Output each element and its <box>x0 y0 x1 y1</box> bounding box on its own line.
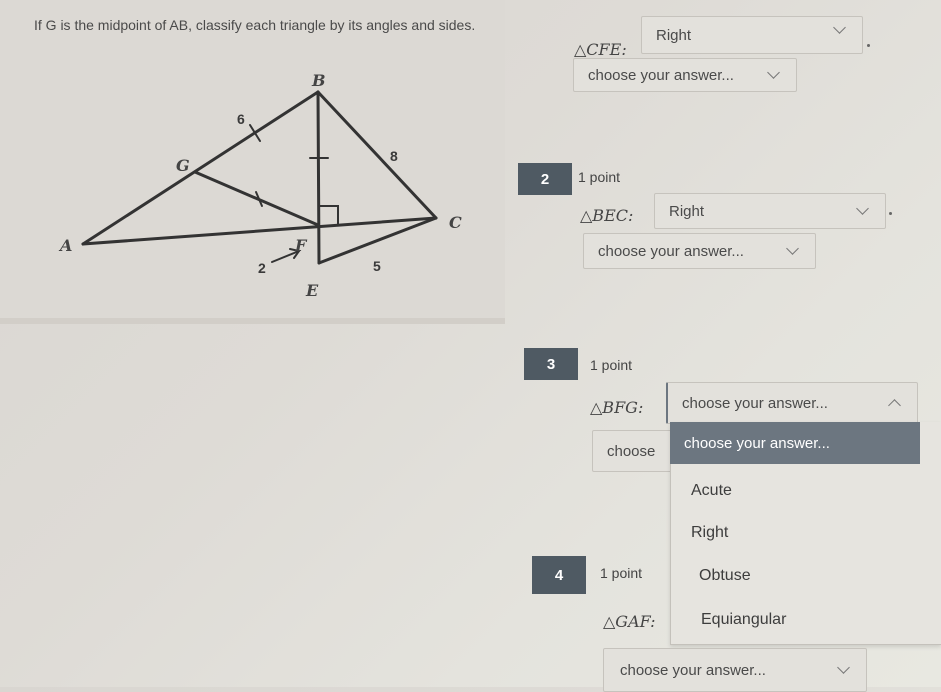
chevron-down-icon <box>786 242 799 255</box>
dropdown-option-right[interactable]: Right <box>691 524 728 542</box>
triangle-bfg-label: △BFG: <box>590 398 644 417</box>
vertex-label-f: F <box>295 236 307 255</box>
tick-bg <box>249 124 261 142</box>
comma <box>889 212 892 215</box>
chevron-down-icon <box>856 202 869 215</box>
chevron-up-icon <box>888 399 901 412</box>
right-angle-mark <box>318 205 339 225</box>
q2-angle-select-value: Right <box>669 202 705 220</box>
q1-angle-select[interactable]: Right <box>641 16 863 54</box>
segment-ac <box>81 216 438 246</box>
q2-angle-select[interactable]: Right <box>654 193 886 229</box>
question-3-points: 1 point <box>590 357 633 373</box>
question-3-number: 3 <box>524 348 578 380</box>
q1-angle-select-value: Right <box>656 26 692 44</box>
segment-ab <box>81 90 320 246</box>
dropdown-option-acute[interactable]: Acute <box>691 482 732 500</box>
chevron-down-icon <box>837 661 850 674</box>
q3-side-select-value: choose <box>607 442 656 460</box>
length-label-bc: 8 <box>390 148 398 164</box>
q1-side-select[interactable]: choose your answer... <box>573 58 797 92</box>
q3-side-select[interactable]: choose <box>592 430 682 472</box>
vertex-label-b: B <box>312 71 326 90</box>
length-label-ef: 2 <box>258 260 266 276</box>
question-4-points: 1 point <box>600 565 643 581</box>
triangle-diagram <box>81 90 438 265</box>
vertex-label-c: C <box>449 213 462 232</box>
dropdown-option-obtuse[interactable]: Obtuse <box>699 567 751 585</box>
segment-bc <box>316 90 438 220</box>
dropdown-option-equiangular[interactable]: Equiangular <box>701 611 786 629</box>
vertex-label-e: E <box>306 281 319 300</box>
chevron-down-icon <box>833 21 846 34</box>
q4-side-select-value: choose your answer... <box>620 661 766 679</box>
triangle-cfe-label: △CFE: <box>574 40 627 59</box>
q2-side-select[interactable]: choose your answer... <box>583 233 816 269</box>
vertex-label-a: A <box>60 236 73 255</box>
length-label-bg: 6 <box>237 111 245 127</box>
triangle-gaf-label: △GAF: <box>603 612 656 631</box>
length-label-ec: 5 <box>373 258 381 274</box>
q4-side-select[interactable]: choose your answer... <box>603 648 867 692</box>
question-2-number: 2 <box>518 163 572 195</box>
question-prompt: If G is the midpoint of AB, classify eac… <box>34 17 476 33</box>
comma <box>867 44 870 47</box>
q1-side-select-value: choose your answer... <box>588 66 734 84</box>
segment-be <box>316 90 321 265</box>
q3-angle-select-value: choose your answer... <box>682 394 828 412</box>
q3-angle-select[interactable]: choose your answer... <box>666 382 918 424</box>
question-2-points: 1 point <box>578 169 621 185</box>
q2-side-select-value: choose your answer... <box>598 242 744 260</box>
dropdown-option-placeholder-highlighted[interactable]: choose your answer... <box>670 422 920 464</box>
vertex-label-g: G <box>176 156 190 175</box>
triangle-bec-label: △BEC: <box>580 206 634 225</box>
segment-gf <box>193 170 320 227</box>
question-4-number: 4 <box>532 556 586 594</box>
chevron-down-icon <box>767 66 780 79</box>
